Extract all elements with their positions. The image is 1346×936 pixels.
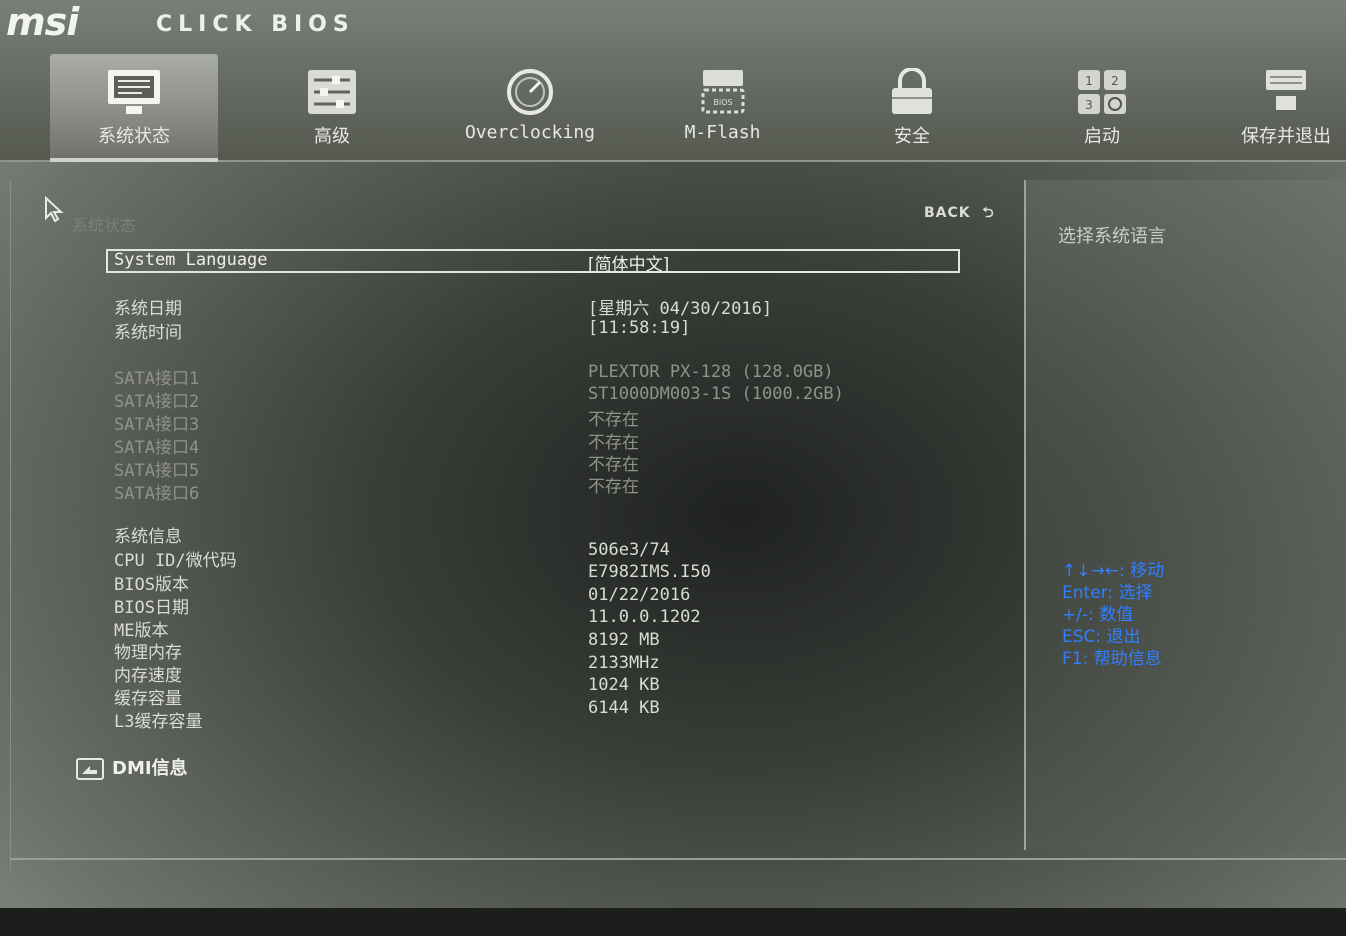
tab-label: M-Flash [684, 122, 761, 143]
sata-port-label: SATA接口4 [114, 438, 200, 458]
settings-icon [308, 70, 356, 114]
bios-header: msi CLICK BIOS 系统状态 高级 Overclocking BIOS… [0, 0, 1346, 162]
info-label: CPU ID/微代码 [114, 551, 237, 571]
svg-text:1: 1 [1085, 74, 1093, 88]
tab-security[interactable]: 安全 [860, 54, 964, 158]
dmi-info-link[interactable]: DMI信息 [76, 754, 188, 780]
info-value: 6144 KB [588, 698, 660, 718]
tab-label: 高级 [314, 126, 350, 147]
sata-port-label: SATA接口3 [114, 415, 200, 435]
tab-label: 保存并退出 [1241, 126, 1331, 147]
help-title: 选择系统语言 [1058, 226, 1166, 247]
tab-save-exit[interactable]: 保存并退出 [1228, 54, 1344, 158]
sata-port-value: 不存在 [588, 477, 639, 497]
info-value: 2133MHz [588, 653, 660, 673]
system-language-row[interactable]: System Language [简体中文] [106, 249, 960, 275]
info-label: 内存速度 [114, 666, 182, 686]
tab-label: Overclocking [464, 122, 596, 143]
tab-label: 启动 [1084, 126, 1120, 147]
info-value: 11.0.0.1202 [588, 607, 701, 627]
svg-text:BIOS: BIOS [713, 98, 732, 107]
info-label: 物理内存 [114, 643, 182, 663]
info-label: BIOS版本 [114, 575, 189, 595]
breadcrumb: 系统状态 [72, 216, 137, 235]
tab-overclocking[interactable]: Overclocking [455, 54, 605, 158]
help-key-hint: F1: 帮助信息 [1062, 649, 1162, 669]
tab-system-status[interactable]: 系统状态 [50, 54, 218, 162]
info-label: BIOS日期 [114, 598, 189, 618]
svg-text:2: 2 [1111, 74, 1119, 88]
sata-port-label: SATA接口2 [114, 392, 200, 412]
info-value: E7982IMS.I50 [588, 562, 711, 582]
screen-bezel [0, 908, 1346, 936]
tab-advanced[interactable]: 高级 [262, 54, 402, 158]
info-value: 1024 KB [588, 675, 660, 695]
lock-icon [892, 68, 932, 114]
system-time-label: 系统时间 [114, 323, 182, 343]
system-info-heading: 系统信息 [114, 527, 182, 547]
tab-boot[interactable]: 1 2 3 启动 [1050, 54, 1154, 158]
back-label: BACK [924, 205, 971, 221]
bios-chip-icon: BIOS [701, 70, 744, 114]
sata-port-value: 不存在 [588, 410, 639, 430]
back-button[interactable]: BACK ⮌ [924, 202, 995, 226]
click-bios-title: CLICK BIOS [156, 12, 355, 37]
boot-order-icon: 1 2 3 [1078, 70, 1126, 114]
dmi-info-label: DMI信息 [112, 758, 188, 779]
info-label: 缓存容量 [114, 689, 182, 709]
sata-port-value: ST1000DM003-1S (1000.2GB) [588, 384, 844, 404]
tab-label: 系统状态 [98, 126, 170, 147]
system-language-label: System Language [114, 250, 268, 270]
monitor-icon [108, 70, 160, 114]
svg-text:3: 3 [1085, 98, 1093, 112]
back-arrow-icon: ⮌ [976, 205, 995, 221]
system-date-label: 系统日期 [114, 299, 182, 319]
bottom-divider [10, 858, 1346, 860]
help-panel [1024, 180, 1346, 850]
tab-label: 安全 [894, 126, 930, 147]
sata-port-label: SATA接口5 [114, 461, 200, 481]
tab-m-flash[interactable]: BIOS M-Flash [650, 54, 795, 158]
save-exit-icon [1266, 70, 1306, 110]
mouse-cursor-icon [45, 196, 64, 222]
sata-port-value: PLEXTOR PX-128 (128.0GB) [588, 362, 834, 382]
system-language-value[interactable]: [简体中文] [588, 250, 669, 275]
submenu-arrow-icon [76, 758, 104, 780]
info-value: 506e3/74 [588, 540, 670, 560]
sata-port-label: SATA接口1 [114, 369, 200, 389]
sata-port-label: SATA接口6 [114, 484, 200, 504]
info-value: 01/22/2016 [588, 585, 691, 605]
msi-logo: msi [6, 0, 79, 44]
system-date-value[interactable]: [星期六 04/30/2016] [588, 294, 772, 319]
info-label: L3缓存容量 [114, 712, 203, 732]
info-value: 8192 MB [588, 630, 660, 650]
gauge-icon [507, 69, 553, 115]
system-time-value[interactable]: [11:58:19] [588, 318, 690, 338]
